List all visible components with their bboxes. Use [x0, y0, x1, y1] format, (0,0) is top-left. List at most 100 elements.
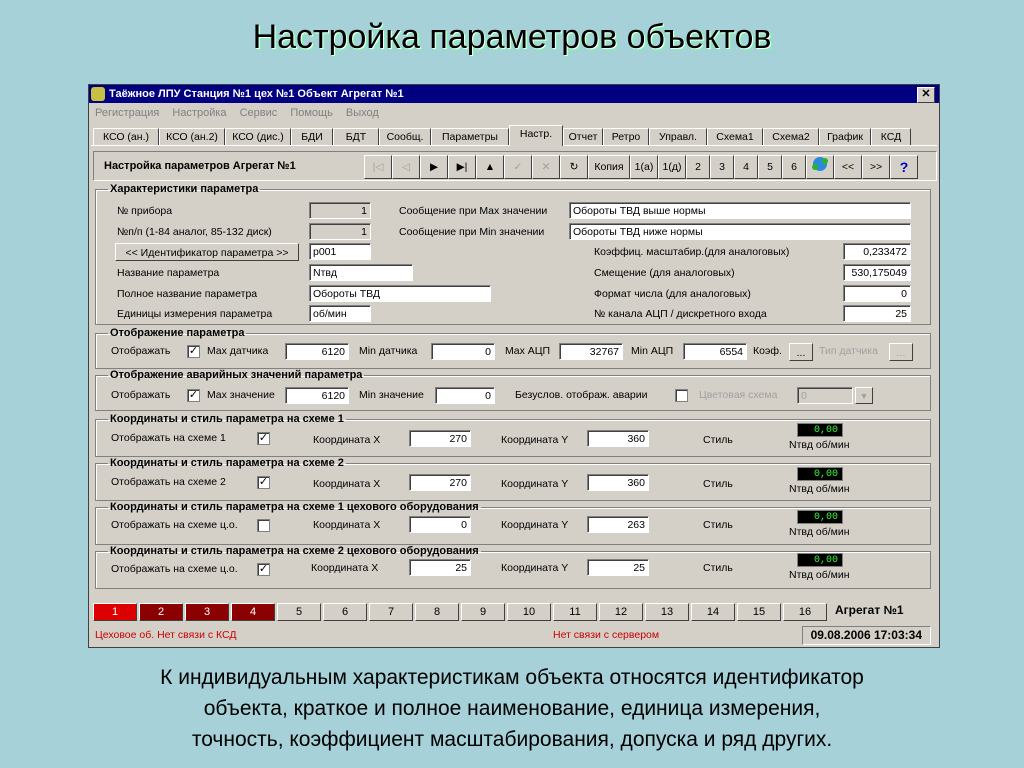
page-7-button[interactable]: 7 — [369, 603, 413, 621]
btn-1d[interactable]: 1(д) — [658, 155, 686, 179]
shop-scheme2-y-field[interactable]: 25 — [587, 559, 649, 576]
page-9-button[interactable]: 9 — [461, 603, 505, 621]
min-adc-field[interactable]: 6554 — [683, 343, 747, 360]
page-8-button[interactable]: 8 — [415, 603, 459, 621]
max-adc-field[interactable]: 32767 — [559, 343, 623, 360]
min-message-field[interactable]: Обороты ТВД ниже нормы — [569, 223, 911, 240]
copy-button[interactable]: Копия — [588, 155, 630, 179]
tab-bdt[interactable]: БДТ — [333, 128, 379, 145]
next-page-button[interactable]: >> — [862, 155, 890, 179]
tab-kso-an2[interactable]: КСО (ан.2) — [159, 128, 225, 145]
prev-page-button[interactable]: << — [834, 155, 862, 179]
prev-icon[interactable]: ◁ — [392, 155, 420, 179]
btn-1a[interactable]: 1(а) — [630, 155, 658, 179]
page-4-button[interactable]: 4 — [231, 603, 275, 621]
shop-scheme2-checkbox[interactable]: ✓ — [257, 563, 270, 576]
btn-4[interactable]: 4 — [734, 155, 758, 179]
shop-scheme1-checkbox[interactable] — [257, 519, 270, 532]
scheme2-x-field[interactable]: 270 — [409, 474, 471, 491]
scheme2-y-field[interactable]: 360 — [587, 474, 649, 491]
last-icon[interactable]: ▶| — [448, 155, 476, 179]
btn-3[interactable]: 3 — [710, 155, 734, 179]
coef-button[interactable]: ... — [789, 343, 813, 361]
tab-scheme1[interactable]: Схема1 — [707, 128, 763, 145]
tab-messages[interactable]: Сообщ. — [379, 128, 431, 145]
up-icon[interactable]: ▲ — [476, 155, 504, 179]
full-name-field[interactable]: Обороты ТВД — [309, 285, 491, 302]
page-12-button[interactable]: 12 — [599, 603, 643, 621]
scale-field[interactable]: 0,233472 — [843, 243, 911, 260]
btn-6[interactable]: 6 — [782, 155, 806, 179]
scheme1-lcd[interactable]: 0,00 — [797, 423, 843, 437]
menu-exit[interactable]: Выход — [346, 107, 379, 119]
tab-kso-an[interactable]: КСО (ан.) — [93, 128, 159, 145]
page-15-button[interactable]: 15 — [737, 603, 781, 621]
shop-scheme1-show-label: Отображать на схеме ц.о. — [111, 519, 238, 531]
min-value-field[interactable]: 0 — [435, 387, 495, 404]
menu-registration[interactable]: Регистрация — [95, 107, 159, 119]
channel-field[interactable]: 25 — [843, 305, 911, 322]
alarm-show-checkbox[interactable]: ✓ — [187, 389, 200, 402]
shop-scheme2-lcd[interactable]: 0,00 — [797, 553, 843, 567]
tab-retro[interactable]: Ретро — [603, 128, 649, 145]
sensor-type-button[interactable]: ... — [889, 343, 913, 361]
min-sensor-field[interactable]: 0 — [431, 343, 495, 360]
refresh-icon[interactable]: ↻ — [560, 155, 588, 179]
scheme1-x-field[interactable]: 270 — [409, 430, 471, 447]
chevron-down-icon[interactable]: ▼ — [855, 387, 873, 404]
help-icon[interactable]: ? — [890, 155, 918, 179]
menu-help[interactable]: Помощь — [290, 107, 333, 119]
max-sensor-field[interactable]: 6120 — [285, 343, 349, 360]
offset-field[interactable]: 530,175049 — [843, 264, 911, 281]
tab-parameters[interactable]: Параметры — [431, 128, 509, 145]
page-6-button[interactable]: 6 — [323, 603, 367, 621]
scheme1-y-field[interactable]: 360 — [587, 430, 649, 447]
identifier-button[interactable]: << Идентификатор параметра >> — [115, 243, 299, 261]
scheme1-checkbox[interactable]: ✓ — [257, 432, 270, 445]
next-icon[interactable]: ▶ — [420, 155, 448, 179]
tab-settings[interactable]: Настр. — [509, 125, 563, 146]
scheme2-checkbox[interactable]: ✓ — [257, 476, 270, 489]
shop-scheme1-lcd[interactable]: 0,00 — [797, 510, 843, 524]
menu-settings[interactable]: Настройка — [172, 107, 226, 119]
tab-report[interactable]: Отчет — [563, 128, 603, 145]
format-field[interactable]: 0 — [843, 285, 911, 302]
tab-kso-dis[interactable]: КСО (дис.) — [225, 128, 291, 145]
first-icon[interactable]: |◁ — [364, 155, 392, 179]
page-5-button[interactable]: 5 — [277, 603, 321, 621]
unconditional-checkbox[interactable] — [675, 389, 688, 402]
tab-graph[interactable]: График — [819, 128, 871, 145]
check-icon[interactable]: ✓ — [504, 155, 532, 179]
close-button[interactable]: ✕ — [917, 87, 935, 103]
page-11-button[interactable]: 11 — [553, 603, 597, 621]
characteristics-legend: Характеристики параметра — [110, 183, 259, 195]
color-scheme-select[interactable]: 0 — [797, 387, 853, 404]
cancel-icon[interactable]: ✕ — [532, 155, 560, 179]
shop-scheme1-x-field[interactable]: 0 — [409, 516, 471, 533]
page-3-button[interactable]: 3 — [185, 603, 229, 621]
units-field[interactable]: об/мин — [309, 305, 371, 322]
identifier-field[interactable]: p001 — [309, 243, 371, 260]
menu-service[interactable]: Сервис — [240, 107, 278, 119]
page-2-button[interactable]: 2 — [139, 603, 183, 621]
shop-scheme1-y-field[interactable]: 263 — [587, 516, 649, 533]
btn-5[interactable]: 5 — [758, 155, 782, 179]
display-show-checkbox[interactable]: ✓ — [187, 345, 200, 358]
tab-scheme2[interactable]: Схема2 — [763, 128, 819, 145]
max-message-field[interactable]: Обороты ТВД выше нормы — [569, 202, 911, 219]
page-1-button[interactable]: 1 — [93, 603, 137, 621]
shop-scheme2-indicator-label: Nтвд об/мин — [789, 569, 850, 581]
page-16-button[interactable]: 16 — [783, 603, 827, 621]
btn-2[interactable]: 2 — [686, 155, 710, 179]
network-icon[interactable] — [806, 155, 834, 179]
tab-ksd[interactable]: КСД — [871, 128, 911, 145]
scheme2-lcd[interactable]: 0,00 — [797, 467, 843, 481]
page-10-button[interactable]: 10 — [507, 603, 551, 621]
tab-bdi[interactable]: БДИ — [291, 128, 333, 145]
max-value-field[interactable]: 6120 — [285, 387, 349, 404]
shop-scheme2-x-field[interactable]: 25 — [409, 559, 471, 576]
tab-control[interactable]: Управл. — [649, 128, 707, 145]
name-field[interactable]: Nтвд — [309, 264, 413, 281]
page-13-button[interactable]: 13 — [645, 603, 689, 621]
page-14-button[interactable]: 14 — [691, 603, 735, 621]
